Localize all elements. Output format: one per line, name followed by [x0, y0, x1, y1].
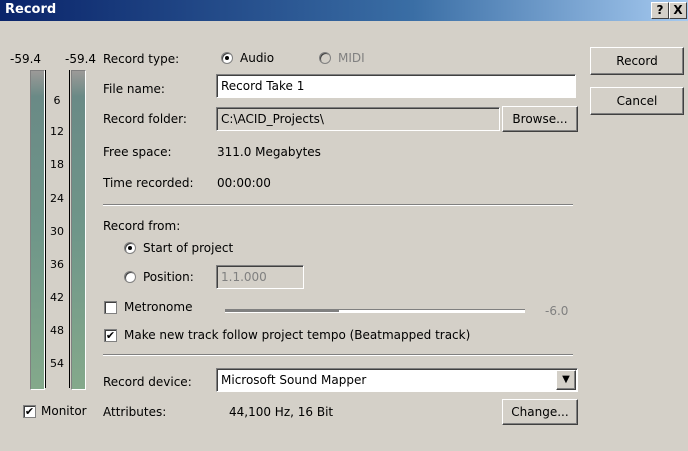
scale-tick: 54 — [50, 357, 64, 370]
beatmapped-checkbox[interactable]: ✔ — [104, 329, 117, 342]
record-type-label: Record type: — [103, 52, 180, 66]
record-button[interactable]: Record — [590, 47, 684, 75]
position-input[interactable]: 1.1.000 — [216, 265, 304, 289]
metronome-level-readout: -6.0 — [545, 304, 569, 318]
position-radio[interactable] — [124, 271, 136, 283]
scale-tick: 12 — [50, 125, 64, 138]
left-level-meter — [30, 70, 45, 390]
scale-tick: 18 — [50, 158, 64, 171]
time-recorded-value: 00:00:00 — [217, 176, 271, 190]
browse-button[interactable]: Browse... — [502, 106, 578, 132]
audio-radio[interactable] — [221, 52, 233, 64]
record-folder-label: Record folder: — [103, 112, 187, 126]
attributes-label: Attributes: — [103, 405, 167, 419]
audio-radio-label: Audio — [240, 51, 275, 65]
scale-tick: 48 — [50, 324, 64, 337]
window-title: Record — [5, 2, 57, 17]
metronome-checkbox[interactable] — [104, 301, 117, 314]
scale-tick: 30 — [50, 225, 64, 238]
metronome-label: Metronome — [124, 300, 193, 314]
scale-tick: 36 — [50, 258, 64, 271]
left-peak-readout: -59.4 — [10, 52, 42, 66]
right-peak-readout: -59.4 — [65, 52, 97, 66]
beatmapped-label: Make new track follow project tempo (Bea… — [124, 328, 471, 342]
monitor-checkbox[interactable]: ✔ — [23, 405, 36, 418]
separator — [103, 354, 573, 356]
scale-right-line — [69, 70, 70, 388]
midi-radio[interactable] — [319, 52, 331, 64]
metronome-level-fill — [225, 309, 339, 312]
file-name-label: File name: — [103, 82, 165, 96]
file-name-input[interactable]: Record Take 1 — [216, 74, 576, 98]
separator — [103, 204, 573, 206]
help-button[interactable]: ? — [651, 2, 669, 19]
meter-scale: 6 12 18 24 30 36 42 48 54 — [44, 70, 71, 388]
title-bar — [0, 0, 688, 21]
attributes-value: 44,100 Hz, 16 Bit — [229, 405, 334, 419]
cancel-button[interactable]: Cancel — [590, 87, 684, 115]
free-space-value: 311.0 Megabytes — [217, 145, 321, 159]
record-device-label: Record device: — [103, 375, 192, 389]
start-of-project-radio[interactable] — [124, 242, 136, 254]
right-level-meter — [71, 70, 86, 390]
monitor-label: Monitor — [41, 404, 87, 418]
record-from-label: Record from: — [103, 219, 181, 233]
record-device-value: Microsoft Sound Mapper — [221, 373, 367, 387]
scale-tick: 24 — [50, 192, 64, 205]
change-button[interactable]: Change... — [502, 399, 578, 425]
chevron-down-icon[interactable]: ▼ — [556, 370, 576, 390]
record-folder-field[interactable]: C:\ACID_Projects\ — [216, 107, 500, 131]
free-space-label: Free space: — [103, 145, 172, 159]
record-device-select[interactable]: Microsoft Sound Mapper — [216, 368, 578, 392]
time-recorded-label: Time recorded: — [103, 176, 194, 190]
metronome-level-slider[interactable] — [225, 309, 525, 313]
scale-tick: 6 — [53, 94, 61, 107]
close-button[interactable]: X — [669, 2, 687, 19]
midi-radio-label: MIDI — [338, 51, 365, 65]
start-of-project-label: Start of project — [143, 241, 234, 255]
position-label: Position: — [143, 270, 194, 284]
scale-tick: 42 — [50, 291, 64, 304]
